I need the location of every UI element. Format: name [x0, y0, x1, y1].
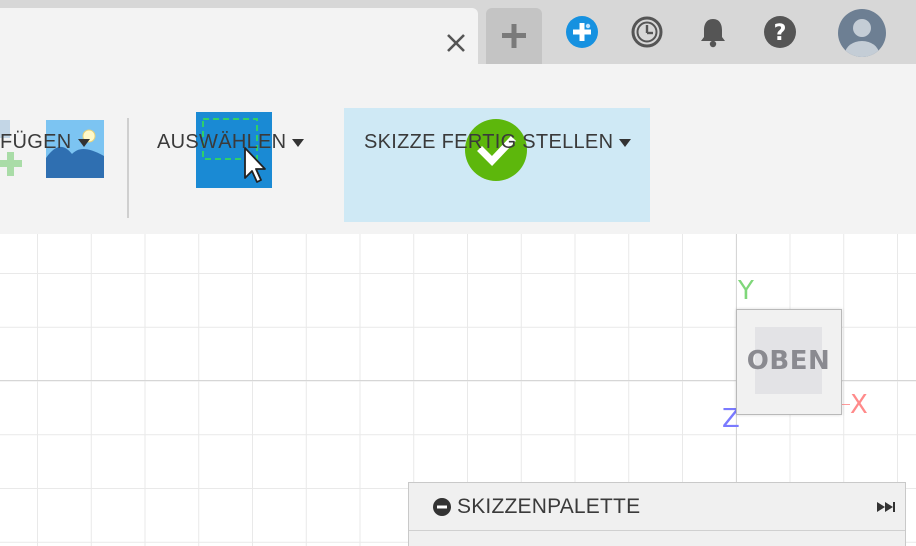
double-arrow-icon [877, 502, 895, 512]
viewcube-top-face[interactable]: OBEN [747, 327, 830, 394]
plus-icon [502, 24, 526, 48]
toolbar-divider [127, 118, 129, 218]
extensions-icon [566, 16, 598, 48]
viewcube-axis-x: X [850, 390, 868, 420]
chevron-down-icon [292, 138, 305, 147]
sketch-palette: SKIZZENPALETTE [408, 482, 906, 546]
document-tab[interactable] [0, 8, 478, 64]
expand-palette-button[interactable] [877, 500, 897, 514]
close-tab-button[interactable] [443, 30, 469, 56]
viewcube-face-label: OBEN [746, 345, 831, 376]
chevron-down-icon [77, 138, 90, 147]
x-axis-tick [842, 404, 850, 405]
tab-bar: ? [0, 0, 916, 64]
user-avatar-button[interactable] [837, 8, 887, 58]
insert-menu[interactable]: FÜGEN [0, 131, 90, 154]
help-icon: ? [764, 16, 796, 48]
select-menu-label: AUSWÄHLEN [157, 131, 287, 153]
chevron-down-icon [619, 138, 632, 147]
clock-icon [631, 16, 663, 48]
new-tab-button[interactable] [486, 8, 542, 64]
insert-menu-label: FÜGEN [0, 131, 72, 153]
sketch-palette-header[interactable]: SKIZZENPALETTE [409, 483, 905, 531]
minus-circle-icon [433, 497, 451, 516]
avatar [838, 9, 886, 57]
finish-sketch-menu[interactable]: SKIZZE FERTIG STELLEN [364, 131, 632, 154]
notifications-button[interactable] [695, 14, 731, 50]
close-icon [447, 34, 465, 52]
extensions-button[interactable] [564, 14, 600, 50]
finish-sketch-label: SKIZZE FERTIG STELLEN [364, 131, 614, 153]
job-status-button[interactable] [629, 14, 665, 50]
help-button[interactable]: ? [762, 14, 798, 50]
svg-text:?: ? [774, 21, 787, 46]
sketch-palette-title: SKIZZENPALETTE [457, 494, 641, 518]
select-menu[interactable]: AUSWÄHLEN [157, 131, 305, 154]
bell-icon [701, 19, 725, 48]
collapse-button[interactable] [433, 497, 451, 516]
viewcube-axis-y: Y [738, 276, 754, 306]
